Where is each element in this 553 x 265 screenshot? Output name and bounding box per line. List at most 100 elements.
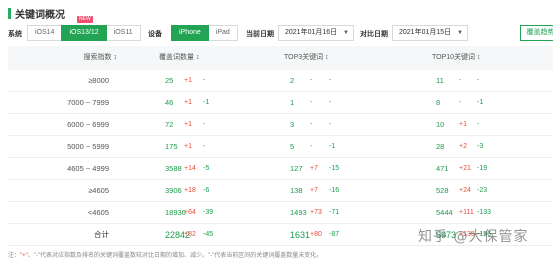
cell-value[interactable]: 28 [436, 136, 444, 158]
cell-value[interactable]: 528 [436, 180, 449, 202]
decrease-delta: -71 [329, 209, 340, 216]
decrease-delta: -39 [203, 209, 214, 216]
decrease-delta: - [329, 77, 332, 84]
cell-value[interactable]: 72 [165, 114, 173, 136]
increase-delta: +21 [459, 165, 471, 172]
top10-cell: 11 - - [415, 70, 553, 91]
decrease-delta: - [329, 121, 332, 128]
decrease-delta: - [203, 77, 206, 84]
compare-date-select[interactable]: 2021年01月15日 ▼ [392, 25, 468, 41]
compare-date-value: 2021年01月15日 [399, 29, 452, 36]
filter-row: 系统 iOS14 iOS13/12 iOS11 NEW 设备 iPhone iP… [8, 16, 553, 41]
top3-cell: 138 +7 -16 [275, 180, 415, 201]
decrease-delta: -1 [477, 99, 484, 106]
increase-delta: +2 [459, 143, 467, 150]
coverage-cell: 3588 +14 -5 [149, 158, 275, 179]
cell-value[interactable]: 1631 [290, 224, 310, 246]
cell-value[interactable]: 3 [290, 114, 294, 136]
table-row: ≥8000 25 +1 - 2 - - 11 - - [8, 70, 553, 92]
keyword-overview-table: 搜索指数 ↕ 覆盖词数量 ↕ TOP3关键词 ↕ TOP10关键词 ↕ ≥800… [8, 46, 553, 246]
table-header: 搜索指数 ↕ 覆盖词数量 ↕ TOP3关键词 ↕ TOP10关键词 ↕ [8, 46, 553, 70]
cell-value[interactable]: 127 [290, 158, 303, 180]
top3-cell: 1 - - [275, 92, 415, 113]
header-search-index[interactable]: 搜索指数 ↕ [8, 46, 149, 70]
top3-cell: 1631 +80 -87 [275, 224, 415, 245]
current-date-select[interactable]: 2021年01月16日 ▼ [278, 25, 354, 41]
device-ipad-button[interactable]: iPad [207, 25, 238, 41]
decrease-delta: -3 [477, 143, 484, 150]
system-selector: iOS14 iOS13/12 iOS11 [27, 25, 141, 41]
system-ios13-12-button[interactable]: iOS13/12 [61, 25, 107, 41]
decrease-delta: -1 [329, 143, 336, 150]
top3-cell: 5 - -1 [275, 136, 415, 157]
top10-cell: 10 +1 - [415, 114, 553, 135]
row-label: ≥4605 [88, 186, 109, 195]
device-iphone-button[interactable]: iPhone [171, 25, 209, 41]
table-row: 6000 ~ 6999 72 +1 - 3 - - 10 +1 - [8, 114, 553, 136]
increase-delta: +64 [184, 209, 196, 216]
decrease-delta: -1 [203, 99, 210, 106]
decrease-delta: -15 [329, 165, 340, 172]
header-coverage-count[interactable]: 覆盖词数量 ↕ [149, 46, 275, 70]
cell-value[interactable]: 5444 [436, 202, 453, 224]
increase-delta: +24 [459, 187, 471, 194]
increase-delta: +18 [184, 187, 196, 194]
system-ios14-button[interactable]: iOS14 [27, 25, 63, 41]
header-top10[interactable]: TOP10关键词 ↕ [415, 46, 553, 70]
section-header: 关键词概况 [8, 6, 65, 21]
cell-value[interactable]: 5 [290, 136, 294, 158]
cell-value[interactable]: 175 [165, 136, 178, 158]
coverage-cell: 18936 +64 -39 [149, 202, 275, 223]
watermark: 知乎 @大保管家 [418, 229, 529, 245]
cell-value[interactable]: 18936 [165, 202, 186, 224]
decrease-delta: -19 [477, 165, 488, 172]
cell-value[interactable]: 2 [290, 70, 294, 92]
cell-value[interactable]: 3906 [165, 180, 182, 202]
decrease-delta: -87 [329, 231, 340, 238]
coverage-trend-button[interactable]: 覆盖趋势 [520, 25, 553, 41]
table-row: <4605 18936 +64 -39 1493 +73 -71 5444 +111 -133 [8, 202, 553, 224]
cell-value[interactable]: 3588 [165, 158, 182, 180]
cell-value[interactable]: 1493 [290, 202, 307, 224]
increase-delta: +73 [310, 209, 322, 216]
top3-cell: 2 - - [275, 70, 415, 91]
coverage-cell: 46 +1 -1 [149, 92, 275, 113]
cell-value[interactable]: 8 [436, 92, 440, 114]
decrease-delta: - [329, 99, 332, 106]
cell-value[interactable]: 138 [290, 180, 303, 202]
increase-delta: +1 [459, 121, 467, 128]
cell-value[interactable]: 46 [165, 92, 173, 114]
cell-value[interactable]: 25 [165, 70, 173, 92]
top10-cell: 528 +24 -23 [415, 180, 553, 201]
row-label: 7000 ~ 7999 [67, 98, 109, 107]
row-label: 4605 ~ 4999 [67, 164, 109, 173]
top3-cell: 127 +7 -15 [275, 158, 415, 179]
current-date-value: 2021年01月16日 [285, 29, 338, 36]
table-row: 7000 ~ 7999 46 +1 -1 1 - - 8 - -1 [8, 92, 553, 114]
table-row: ≥4605 3906 +18 -6 138 +7 -16 528 +24 -23 [8, 180, 553, 202]
current-date-label: 当前日期 [246, 31, 274, 38]
title-accent-bar [8, 8, 11, 19]
device-selector: iPhone iPad [171, 25, 238, 41]
footnote: 注："+"、"-"代表对应指数及排名的关键词覆盖数较对比日期的增加、减少。"-"… [8, 250, 322, 259]
top10-cell: 471 +21 -19 [415, 158, 553, 179]
chevron-down-icon: ▼ [343, 30, 349, 36]
cell-value[interactable]: 10 [436, 114, 444, 136]
cell-value[interactable]: 11 [436, 70, 444, 92]
top10-cell: 28 +2 -3 [415, 136, 553, 157]
increase-delta: +111 [459, 209, 474, 216]
top3-cell: 3 - - [275, 114, 415, 135]
decrease-delta: - [477, 121, 480, 128]
increase-delta: +80 [310, 231, 322, 238]
compare-date-label: 对比日期 [360, 31, 388, 38]
table-body: ≥8000 25 +1 - 2 - - 11- - 7000 ~ 7999 46 +1 -1 1 - - 8 - -… [8, 70, 553, 246]
increase-delta: - [310, 143, 313, 150]
cell-value[interactable]: 1 [290, 92, 294, 114]
cell-value[interactable]: 471 [436, 158, 449, 180]
top10-cell: 5444 +111 -133 [415, 202, 553, 223]
decrease-delta: -6 [203, 187, 210, 194]
row-label: ≥8000 [88, 76, 109, 85]
header-top3[interactable]: TOP3关键词 ↕ [275, 46, 415, 70]
system-ios11-button[interactable]: iOS11 [105, 25, 141, 41]
decrease-delta: - [203, 143, 206, 150]
